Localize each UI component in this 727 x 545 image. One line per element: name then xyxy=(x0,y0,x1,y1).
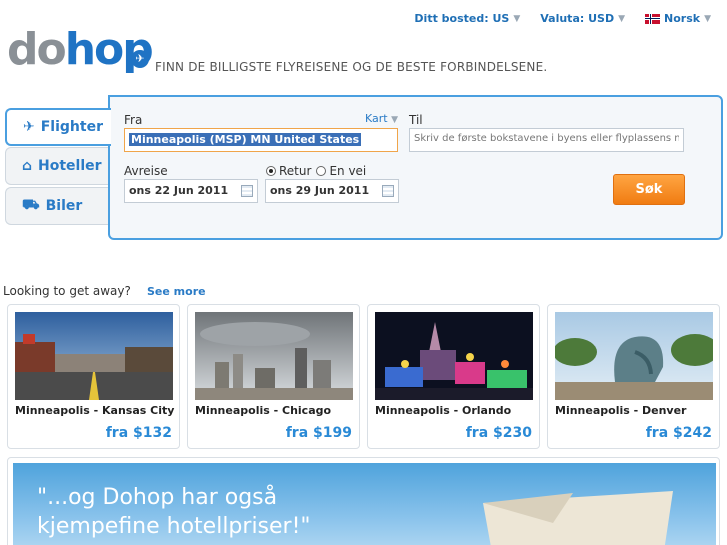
tab-cars[interactable]: ⛟ Biler xyxy=(5,187,109,225)
currency-selector[interactable]: Valuta: USD ▼ xyxy=(540,12,625,25)
location-label: Ditt bosted: US xyxy=(414,12,510,25)
deal-card-denver[interactable]: Minneapolis - Denver fra $242 xyxy=(547,304,720,449)
chevron-down-icon: ▼ xyxy=(704,13,711,24)
plane-badge-icon: ✈ xyxy=(131,50,149,68)
getaway-heading: Looking to get away? xyxy=(3,284,131,298)
oneway-radio[interactable] xyxy=(316,166,327,176)
location-selector[interactable]: Ditt bosted: US ▼ xyxy=(414,12,520,25)
chevron-down-icon: ▼ xyxy=(618,13,626,24)
currency-label: Valuta: USD xyxy=(540,12,615,25)
house-icon: ⌂ xyxy=(22,158,33,174)
to-input[interactable]: Skriv de første bokstavene i byens eller… xyxy=(409,128,684,152)
deal-card-chicago[interactable]: Minneapolis - Chicago fra $199 xyxy=(187,304,360,449)
denver-photo xyxy=(555,312,713,400)
from-label: Fra xyxy=(124,113,143,127)
deal-route: Minneapolis - Kansas City xyxy=(15,404,175,417)
hotel-promo-line-2: kjempefine hotellpriser!" xyxy=(37,514,311,539)
deal-price: fra $230 xyxy=(465,425,532,441)
deal-card-orlando[interactable]: Minneapolis - Orlando fra $230 xyxy=(367,304,540,449)
trip-type-group: Retur En vei xyxy=(266,164,366,178)
car-icon: ⛟ xyxy=(22,197,40,213)
plane-icon: ✈ xyxy=(23,119,35,135)
deal-route: Minneapolis - Chicago xyxy=(195,404,332,417)
kansas-city-photo xyxy=(15,312,173,400)
map-link-label: Kart xyxy=(365,112,388,125)
return-date-input[interactable]: ons 29 Jun 2011 xyxy=(265,179,399,203)
return-radio-label: Retur xyxy=(279,164,312,178)
calendar-icon[interactable] xyxy=(382,185,394,197)
to-label: Til xyxy=(409,113,423,127)
chicago-photo xyxy=(195,312,353,400)
hotel-promo-banner[interactable]: "...og Dohop har også kjempefine hotellp… xyxy=(7,457,720,545)
calendar-icon[interactable] xyxy=(241,185,253,197)
see-more-link[interactable]: See more xyxy=(147,285,206,298)
return-radio[interactable] xyxy=(266,166,276,176)
tagline: FINN DE BILLIGSTE FLYREISENE OG DE BESTE… xyxy=(155,60,548,74)
hotel-promo-line-1: "...og Dohop har også xyxy=(37,485,278,510)
from-input-value: Minneapolis (MSP) MN United States xyxy=(129,133,362,146)
orlando-photo xyxy=(375,312,533,400)
chevron-down-icon: ▼ xyxy=(513,13,521,24)
logo-part-1: do xyxy=(7,24,67,75)
tab-cars-label: Biler xyxy=(45,198,83,214)
depart-date-input[interactable]: ons 22 Jun 2011 xyxy=(124,179,258,203)
chevron-down-icon: ▼ xyxy=(391,115,399,125)
tab-hotels-label: Hoteller xyxy=(38,158,102,174)
tab-flights-label: Flighter xyxy=(40,119,103,135)
dohop-logo[interactable]: dohop xyxy=(7,24,154,75)
deal-price: fra $242 xyxy=(645,425,712,441)
language-label: Norsk xyxy=(664,12,701,25)
deal-route: Minneapolis - Orlando xyxy=(375,404,512,417)
hotel-promo-image: "...og Dohop har også kjempefine hotellp… xyxy=(13,463,716,545)
top-bar: Ditt bosted: US ▼ Valuta: USD ▼ Norsk ▼ xyxy=(414,12,711,25)
map-link[interactable]: Kart ▼ xyxy=(365,112,398,125)
oneway-radio-label: En vei xyxy=(329,164,367,178)
flight-search-panel: Fra Kart ▼ Minneapolis (MSP) MN United S… xyxy=(108,95,723,240)
depart-date-value: ons 22 Jun 2011 xyxy=(129,184,229,197)
search-button[interactable]: Søk xyxy=(613,174,685,205)
depart-label: Avreise xyxy=(124,164,168,178)
deal-route: Minneapolis - Denver xyxy=(555,404,687,417)
norway-flag-icon xyxy=(645,13,661,24)
language-selector[interactable]: Norsk ▼ xyxy=(645,12,711,25)
to-input-placeholder: Skriv de første bokstavene i byens eller… xyxy=(414,133,679,144)
tab-flights[interactable]: ✈ Flighter xyxy=(5,108,111,146)
from-input[interactable]: Minneapolis (MSP) MN United States xyxy=(124,128,398,152)
deal-price: fra $199 xyxy=(285,425,352,441)
return-date-value: ons 29 Jun 2011 xyxy=(270,184,370,197)
deal-card-kansas-city[interactable]: Minneapolis - Kansas City fra $132 xyxy=(7,304,180,449)
deal-price: fra $132 xyxy=(105,425,172,441)
hotel-promo-quote: "...og Dohop har også kjempefine hotellp… xyxy=(37,483,311,541)
tab-hotels[interactable]: ⌂ Hoteller xyxy=(5,147,109,185)
